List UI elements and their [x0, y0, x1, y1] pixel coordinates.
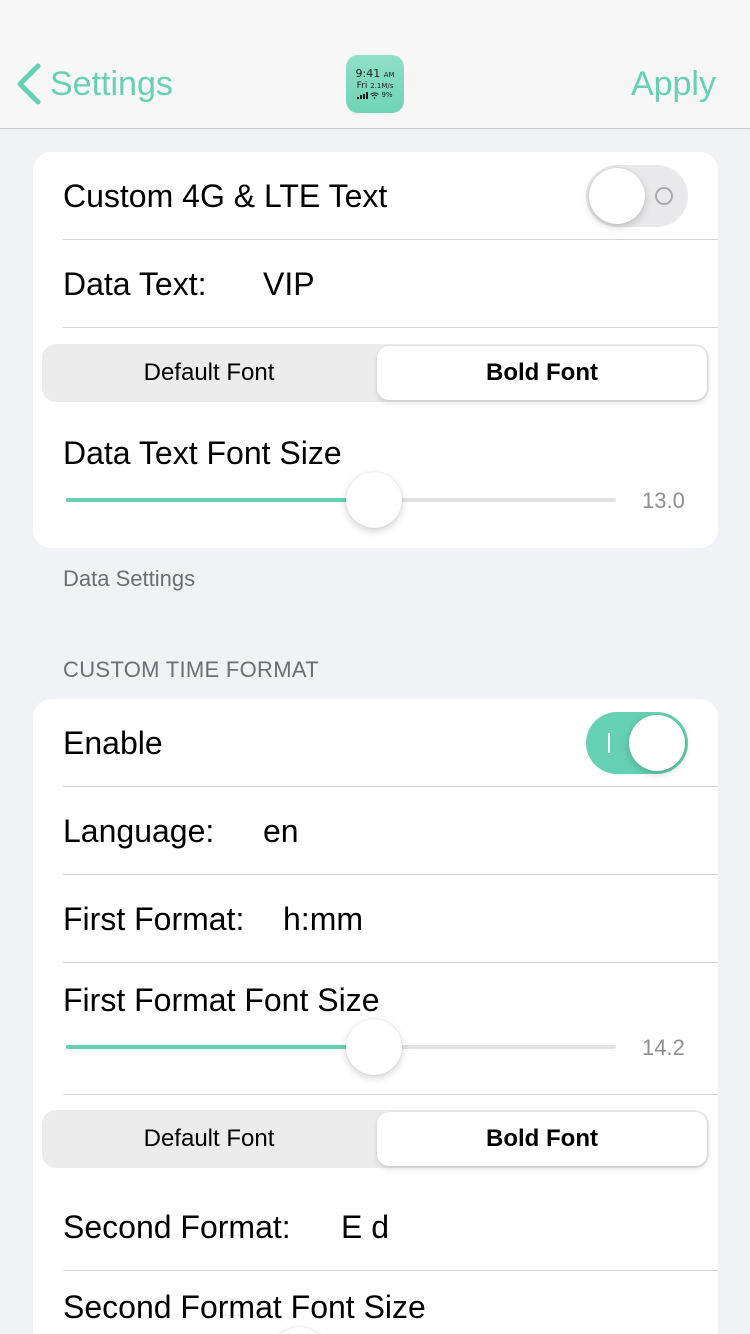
- data-text-label: Data Text:: [63, 266, 207, 302]
- second-format-value[interactable]: E d: [341, 1209, 389, 1246]
- wifi-icon: [370, 92, 380, 99]
- back-button[interactable]: Settings: [14, 58, 173, 110]
- slider-thumb[interactable]: [271, 1327, 327, 1334]
- first-font-size-slider[interactable]: [66, 1019, 616, 1075]
- data-font-style-control[interactable]: Default Font Bold Font: [42, 344, 709, 402]
- language-value[interactable]: en: [263, 813, 299, 850]
- data-settings-footer: Data Settings: [63, 566, 196, 591]
- data-font-size-slider[interactable]: [66, 472, 616, 528]
- data-font-size-label: Data Text Font Size: [63, 435, 342, 471]
- time-font-style-control[interactable]: Default Font Bold Font: [42, 1110, 709, 1168]
- data-default-font-segment[interactable]: Default Font: [44, 346, 374, 400]
- signal-icon: [357, 91, 369, 99]
- app-icon: 9:41 AM Fri 2.1M/s 9%: [346, 55, 404, 113]
- custom-lte-label: Custom 4G & LTE Text: [63, 178, 388, 214]
- first-format-row[interactable]: First Format: h:mm: [33, 875, 718, 963]
- custom-lte-toggle[interactable]: [586, 165, 688, 227]
- enable-toggle[interactable]: [586, 712, 688, 774]
- enable-label: Enable: [63, 725, 163, 761]
- slider-fill: [66, 498, 374, 502]
- app-icon-battery: 9%: [381, 91, 393, 100]
- slider-thumb[interactable]: [346, 472, 402, 528]
- second-format-label: Second Format:: [63, 1209, 291, 1245]
- back-label: Settings: [50, 64, 173, 103]
- toggle-knob: [589, 168, 645, 224]
- time-bold-font-segment[interactable]: Bold Font: [377, 1112, 707, 1166]
- first-font-size-row: First Format Font Size 14.2: [33, 963, 718, 1095]
- app-icon-speed: 2.1M/s: [370, 82, 394, 91]
- toggle-on-icon: [608, 733, 610, 753]
- app-icon-day: Fri: [356, 81, 368, 92]
- slider-fill: [66, 1045, 374, 1049]
- data-text-row[interactable]: Data Text: VIP: [33, 240, 718, 328]
- toggle-off-icon: [655, 187, 673, 205]
- app-icon-ampm: AM: [383, 71, 395, 80]
- data-text-value[interactable]: VIP: [263, 266, 315, 303]
- custom-lte-row: Custom 4G & LTE Text: [33, 152, 718, 240]
- row-separator: [63, 327, 718, 328]
- first-font-size-value: 14.2: [642, 1035, 685, 1060]
- second-font-size-label: Second Format Font Size: [63, 1289, 426, 1325]
- second-format-row[interactable]: Second Format: E d: [33, 1183, 718, 1271]
- toggle-knob: [629, 715, 685, 771]
- first-format-label: First Format:: [63, 901, 245, 937]
- data-font-size-value: 13.0: [642, 488, 685, 513]
- second-font-size-row: Second Format Font Size: [33, 1271, 718, 1334]
- time-format-card: Enable Language: en First Format: h:mm F…: [33, 699, 718, 1334]
- language-row[interactable]: Language: en: [33, 787, 718, 875]
- time-format-header: CUSTOM TIME FORMAT: [63, 657, 319, 682]
- language-label: Language:: [63, 813, 215, 849]
- navigation-bar: Settings 9:41 AM Fri 2.1M/s 9% Apply: [0, 0, 750, 129]
- row-separator: [63, 1094, 718, 1095]
- data-bold-font-segment[interactable]: Bold Font: [377, 346, 707, 400]
- data-font-size-row: Data Text Font Size 13.0: [33, 420, 718, 548]
- first-format-value[interactable]: h:mm: [283, 901, 363, 938]
- slider-thumb[interactable]: [346, 1019, 402, 1075]
- data-settings-card: Custom 4G & LTE Text Data Text: VIP Defa…: [33, 152, 718, 548]
- enable-row: Enable: [33, 699, 718, 787]
- first-font-size-label: First Format Font Size: [63, 982, 380, 1018]
- time-default-font-segment[interactable]: Default Font: [44, 1112, 374, 1166]
- app-icon-time: 9:41: [355, 67, 381, 81]
- apply-button[interactable]: Apply: [631, 62, 716, 106]
- screen: Settings 9:41 AM Fri 2.1M/s 9% Apply Cus…: [0, 0, 750, 1334]
- chevron-left-icon: [17, 63, 41, 105]
